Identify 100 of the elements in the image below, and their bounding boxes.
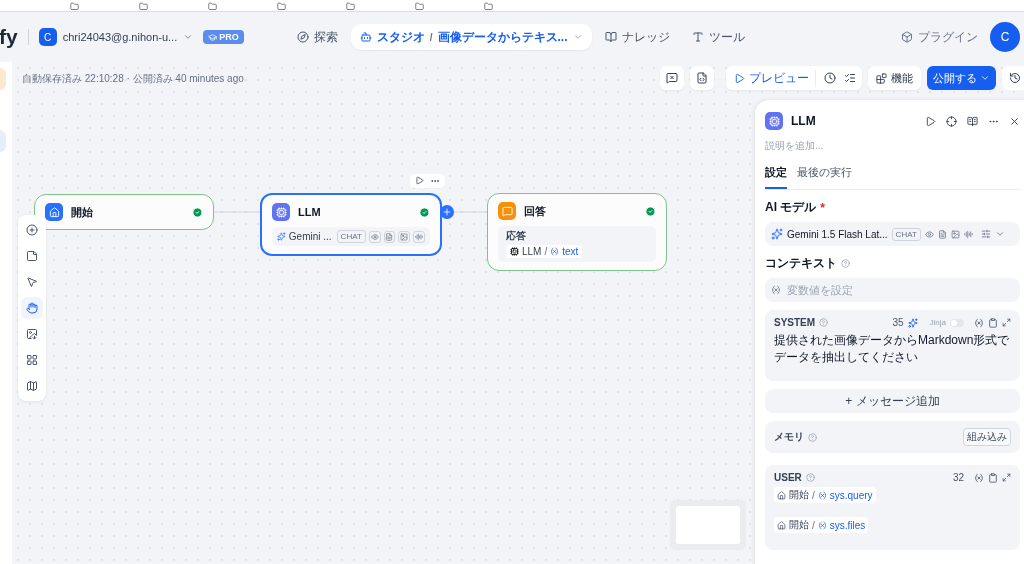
book-icon <box>967 115 978 127</box>
sparkle-icon[interactable] <box>907 317 918 328</box>
eye-icon <box>368 230 381 243</box>
document-icon <box>937 229 947 239</box>
book-icon <box>604 31 617 43</box>
model-tag: CHAT <box>891 227 921 241</box>
checklist-button[interactable] <box>844 72 856 84</box>
expand-icon[interactable] <box>1002 318 1011 327</box>
clipboard-icon[interactable] <box>988 317 998 328</box>
expand-icon[interactable] <box>1002 473 1011 482</box>
nav-tab[interactable]: スタジオ / 画像データからテキス... <box>350 24 592 50</box>
folder-icon[interactable] <box>139 2 148 11</box>
history-icon <box>1009 72 1021 84</box>
chip-icon <box>510 247 519 256</box>
node-title: 開始 <box>71 204 93 220</box>
user-avatar[interactable]: C <box>990 22 1020 52</box>
folder-icon[interactable] <box>346 2 355 11</box>
folder-icon[interactable] <box>484 2 493 11</box>
clipboard-icon[interactable] <box>988 472 998 483</box>
context-field[interactable]: 変数値を設定 <box>765 278 1020 302</box>
variable-icon[interactable] <box>974 472 984 483</box>
run-button[interactable] <box>415 176 424 186</box>
help-icon <box>841 259 850 268</box>
hand-icon <box>26 302 38 314</box>
sparkle-icon <box>277 232 286 241</box>
add-node-button[interactable] <box>440 205 454 219</box>
home-icon <box>45 203 63 221</box>
node-title: LLM <box>298 206 321 218</box>
variable-icon <box>817 490 827 500</box>
variable-name: sys.query <box>829 489 873 501</box>
description-field[interactable]: 説明を追加... <box>765 140 1020 151</box>
image-icon <box>26 328 38 340</box>
model-name: Gemini ... <box>288 231 332 242</box>
help-icon <box>805 473 815 482</box>
env-button[interactable] <box>690 66 714 90</box>
variable-icon[interactable] <box>974 317 984 328</box>
logo: fy <box>0 25 18 49</box>
field-label: 応答 <box>506 229 527 243</box>
prompt-role: USER <box>774 472 802 483</box>
variable-input[interactable]: 変数値を設定 <box>785 283 1014 297</box>
app-name: 画像データからテキス... <box>437 28 568 46</box>
required-mark: * <box>820 200 825 215</box>
history-button[interactable] <box>1002 66 1024 90</box>
folder-icon[interactable] <box>415 2 424 11</box>
help-icon <box>819 318 829 327</box>
field-label: AI モデル <box>765 199 817 216</box>
separator: / <box>812 489 815 501</box>
features-button[interactable]: 機能 <box>868 66 921 90</box>
separator: / <box>812 519 815 531</box>
preview-label: プレビュー <box>749 69 809 87</box>
llm-node[interactable]: LLM Gemini ... CHAT <box>260 193 442 256</box>
help-icon <box>808 432 817 442</box>
field-label: コンテキスト <box>765 255 837 272</box>
compass-icon <box>296 31 309 43</box>
folder-icon[interactable] <box>208 2 217 11</box>
chevron-icon <box>572 32 583 42</box>
check-icon <box>645 205 656 217</box>
comment-button[interactable] <box>660 66 684 90</box>
prompt-text[interactable]: 提供された画像データからMarkdown形式でデータを抽出してください <box>774 332 1011 374</box>
sparkle-icon <box>771 228 783 240</box>
plugins-link[interactable]: プラグイン <box>901 28 978 46</box>
nav-label: ナレッジ <box>621 28 670 46</box>
locate-button[interactable] <box>946 115 957 127</box>
folder-icon[interactable] <box>70 2 79 11</box>
variable-icon <box>550 247 560 256</box>
hand-tool[interactable] <box>21 297 43 319</box>
document-icon <box>383 230 396 243</box>
check-icon <box>419 206 430 218</box>
prompt-role: SYSTEM <box>774 317 816 328</box>
chip-icon <box>272 203 290 221</box>
plus-icon <box>442 207 452 217</box>
source-name: 開始 <box>789 518 809 532</box>
start-node[interactable]: 開始 <box>34 194 214 230</box>
docs-button[interactable] <box>967 115 978 127</box>
model-select[interactable]: Gemini 1.5 Flash Lat... CHAT <box>765 222 1020 246</box>
nav-tab[interactable]: ツール <box>682 24 754 50</box>
run-history-button[interactable] <box>824 72 836 84</box>
home-icon <box>777 490 786 500</box>
close-button[interactable] <box>1009 115 1020 127</box>
nav-tab[interactable]: 探索 <box>287 24 347 50</box>
variable-icon <box>817 520 827 530</box>
account-switcher[interactable]: C chri24043@g.nihon-u... PRO <box>38 28 244 46</box>
image-icon <box>398 230 411 243</box>
jinja-toggle[interactable] <box>950 318 964 327</box>
play-icon <box>925 115 936 127</box>
add-message-button[interactable]: + メッセージ追加 <box>765 389 1020 413</box>
publish-label: 公開する <box>933 70 977 86</box>
folder-icon[interactable] <box>277 2 286 11</box>
robot-icon <box>359 31 372 43</box>
answer-node[interactable]: 回答 応答 LLM / text <box>487 193 667 271</box>
publish-button[interactable]: 公開する <box>927 66 996 90</box>
panel-tab[interactable]: 設定 <box>765 165 787 189</box>
message-icon <box>498 202 516 220</box>
panel-tab[interactable]: 最後の実行 <box>797 165 852 189</box>
chevron-icon <box>183 32 194 42</box>
nav-tab[interactable]: ナレッジ <box>595 24 679 50</box>
token-count: 32 <box>952 472 964 483</box>
run-button[interactable] <box>925 115 936 127</box>
blocks-icon <box>876 72 887 84</box>
token-count: 35 <box>892 317 904 328</box>
